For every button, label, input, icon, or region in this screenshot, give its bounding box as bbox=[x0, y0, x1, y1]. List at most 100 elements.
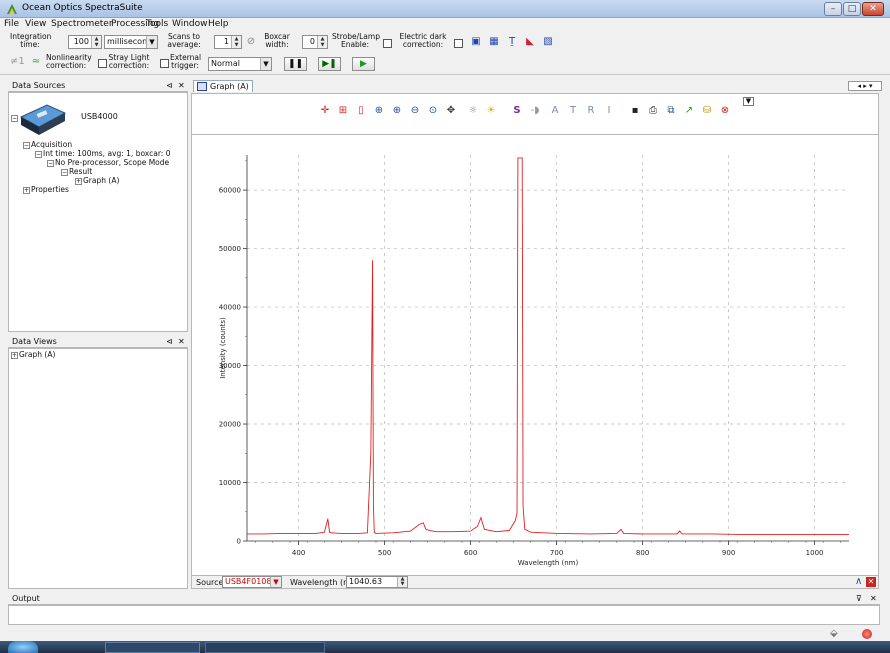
table-icon[interactable]: ▦ bbox=[488, 36, 500, 48]
pause-button[interactable]: ❚❚ bbox=[284, 57, 307, 71]
close-button[interactable]: ✕ bbox=[862, 2, 884, 16]
data-sources-header: Data Sources ⊲ ✕ bbox=[8, 80, 188, 92]
x-tick-label: 700 bbox=[550, 549, 563, 557]
close-icon[interactable]: ✕ bbox=[870, 593, 877, 604]
pin-icon[interactable]: ⊲ bbox=[166, 336, 173, 347]
menu-window[interactable]: Window bbox=[172, 19, 208, 29]
chevron-down-icon: ▼ bbox=[260, 58, 271, 70]
color-icon[interactable]: ◣ bbox=[524, 36, 536, 48]
pan-icon[interactable]: ✥ bbox=[445, 105, 457, 117]
nonlinearity-checkbox[interactable] bbox=[98, 59, 107, 68]
close-icon[interactable]: ✕ bbox=[178, 80, 185, 91]
tree-collapse-icon[interactable]: − bbox=[47, 159, 54, 167]
taskbar-item[interactable] bbox=[205, 642, 325, 653]
zoom-fit-icon[interactable]: ⊙ bbox=[427, 105, 439, 117]
strobe-lamp-checkbox[interactable] bbox=[383, 39, 392, 48]
copy-icon[interactable]: ⧉ bbox=[665, 105, 677, 117]
wavelength-field[interactable]: 1040.63 ▲ ▼ bbox=[346, 576, 408, 588]
tree-item-graph-view[interactable]: + Graph (A) bbox=[11, 350, 55, 359]
scope-mode-icon[interactable]: S bbox=[511, 105, 523, 117]
tree-item-graph[interactable]: + Graph (A) bbox=[75, 176, 119, 185]
x-tick-label: 500 bbox=[378, 549, 391, 557]
tree-item-acquisition[interactable]: − Acquisition bbox=[23, 140, 72, 149]
spinner-arrows-icon[interactable]: ▲ ▼ bbox=[397, 577, 407, 587]
boxcar-value: 0 bbox=[309, 37, 315, 46]
minimize-button[interactable]: – bbox=[824, 2, 842, 16]
toolbar-overflow-icon[interactable]: ▼ bbox=[743, 97, 754, 106]
taskbar-item[interactable] bbox=[105, 642, 200, 653]
spinner-arrows-icon[interactable]: ▲ ▼ bbox=[317, 36, 327, 48]
tree-item-int-time[interactable]: − Int time: 100ms, avg: 1, boxcar: 0 bbox=[35, 149, 170, 158]
trigger-mode-select[interactable]: Normal ▼ bbox=[208, 57, 272, 71]
integration-unit-select[interactable]: milliseconds ▼ bbox=[104, 35, 158, 49]
tree-collapse-icon[interactable]: − bbox=[11, 114, 18, 122]
grid-icon[interactable]: ⊞ bbox=[337, 105, 349, 117]
spectrum-chart[interactable]: 400 500 600 700 800 900 1000010000200003000040… bbox=[192, 135, 880, 575]
absorbance-icon[interactable]: A bbox=[549, 105, 561, 117]
save-icon[interactable]: ▪ bbox=[629, 105, 641, 117]
peak-icon[interactable]: ∧ bbox=[855, 576, 862, 587]
close-icon[interactable]: ✕ bbox=[178, 336, 185, 347]
source-select[interactable]: USB4F01085 ▼ bbox=[222, 576, 282, 588]
tree-item-result[interactable]: − Result bbox=[61, 167, 92, 176]
export-icon[interactable]: ⛁ bbox=[701, 105, 713, 117]
integration-time-spinner[interactable]: 100 ▲ ▼ bbox=[68, 35, 102, 49]
marker-icon[interactable]: ▯ bbox=[355, 105, 367, 117]
print-icon[interactable]: ⎙ bbox=[647, 105, 659, 117]
tree-label: Result bbox=[69, 167, 93, 176]
spinner-arrows-icon[interactable]: ▲ ▼ bbox=[231, 36, 241, 48]
stray-light-checkbox[interactable] bbox=[160, 59, 169, 68]
pin-icon[interactable]: ⊲ bbox=[166, 80, 173, 91]
spinner-arrows-icon[interactable]: ▲ ▼ bbox=[91, 36, 101, 48]
bulb-on-icon[interactable]: ☀ bbox=[485, 105, 497, 117]
integration-time-label: Integration time: bbox=[10, 32, 52, 49]
bulb-off-icon[interactable]: ☼ bbox=[467, 105, 479, 117]
output-title: Output bbox=[12, 594, 40, 603]
transmission-icon[interactable]: T bbox=[567, 105, 579, 117]
tab-label: Graph (A) bbox=[210, 82, 249, 91]
data-views-panel: + Graph (A) bbox=[8, 348, 188, 589]
menu-help[interactable]: Help bbox=[208, 19, 229, 29]
play-button[interactable]: ▶ bbox=[352, 57, 375, 71]
tree-collapse-icon[interactable]: − bbox=[61, 168, 68, 176]
plot-area[interactable]: 400 500 600 700 800 900 1000 0 10000 20000 30000 40… bbox=[191, 135, 879, 575]
chart-icon[interactable]: ↗ bbox=[683, 105, 695, 117]
start-button[interactable] bbox=[8, 641, 38, 653]
menu-tools[interactable]: Tools bbox=[146, 19, 168, 29]
output-header: Output ⊽ ✕ bbox=[8, 593, 880, 605]
tree-expand-icon[interactable]: + bbox=[75, 177, 82, 185]
graph-settings-icon[interactable]: ▣ bbox=[470, 36, 482, 48]
zoom-box-icon[interactable]: ⊕ bbox=[373, 105, 385, 117]
tree-expand-icon[interactable]: + bbox=[23, 186, 30, 194]
maximize-button[interactable]: □ bbox=[843, 2, 861, 16]
text-tool-icon[interactable]: Ṯ bbox=[506, 36, 518, 48]
menu-file[interactable]: File bbox=[4, 19, 19, 29]
tree-expand-icon[interactable]: + bbox=[11, 351, 18, 359]
tree-item-properties[interactable]: + Properties bbox=[23, 185, 69, 194]
image-icon[interactable]: ▧ bbox=[542, 36, 554, 48]
pin-icon[interactable]: ⊽ bbox=[856, 593, 862, 604]
tab-scroll-arrows-icon[interactable]: ◂ ▸ ▾ bbox=[848, 81, 882, 91]
boxcar-width-spinner[interactable]: 0 ▲ ▼ bbox=[302, 35, 328, 49]
tree-collapse-icon[interactable]: − bbox=[35, 150, 42, 158]
single-step-button[interactable]: ▶❚ bbox=[318, 57, 341, 71]
zoom-in-icon[interactable]: ⊕ bbox=[391, 105, 403, 117]
reflection-icon[interactable]: R bbox=[585, 105, 597, 117]
menu-view[interactable]: View bbox=[25, 19, 46, 29]
irradiance-icon[interactable]: I bbox=[603, 105, 615, 117]
tree-item-preprocessor[interactable]: − No Pre-processor, Scope Mode bbox=[47, 158, 169, 167]
wavelength-value: 1040.63 bbox=[349, 577, 383, 586]
tree-collapse-icon[interactable]: − bbox=[23, 141, 30, 149]
tab-graph-a[interactable]: Graph (A) × bbox=[193, 80, 253, 102]
reset-icon[interactable]: ⊘ bbox=[245, 36, 257, 48]
tree-label: No Pre-processor, Scope Mode bbox=[55, 158, 170, 167]
clear-icon[interactable]: ✕ bbox=[866, 577, 876, 587]
zoom-out-icon[interactable]: ⊖ bbox=[409, 105, 421, 117]
scans-to-average-spinner[interactable]: 1 ▲ ▼ bbox=[214, 35, 242, 49]
stop-icon[interactable]: ⊗ bbox=[719, 105, 731, 117]
window-title: Ocean Optics SpectraSuite bbox=[22, 3, 143, 13]
cursor-icon[interactable]: ✛ bbox=[319, 105, 331, 117]
electric-dark-checkbox[interactable] bbox=[454, 39, 463, 48]
dark-mode-icon[interactable]: -◗ bbox=[529, 105, 541, 117]
menu-spectrometer[interactable]: Spectrometer bbox=[51, 19, 113, 29]
